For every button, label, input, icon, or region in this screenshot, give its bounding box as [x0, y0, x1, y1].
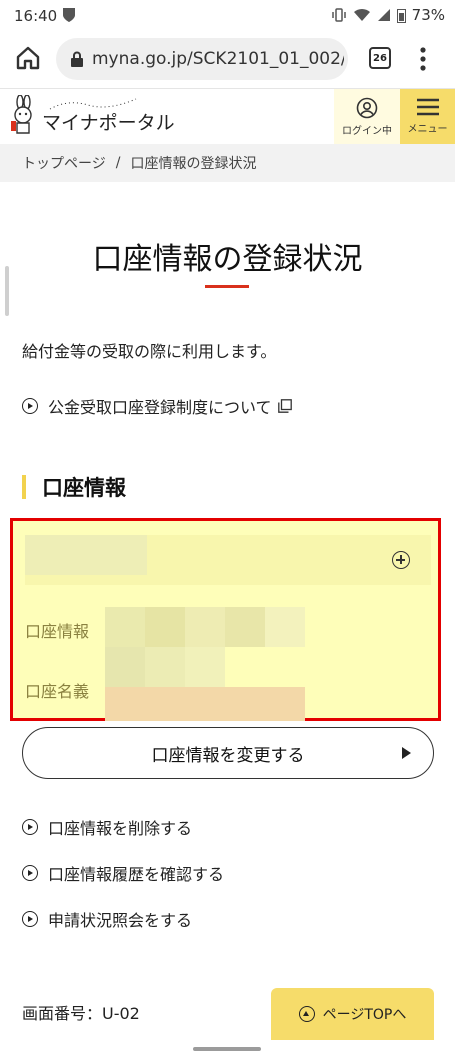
- application-status-link-label: 申請状況照会をする: [48, 911, 193, 930]
- vibrate-icon: [331, 8, 346, 22]
- url-text: myna.go.jp/SCK2101_01_002/S: [92, 49, 344, 69]
- browser-toolbar: myna.go.jp/SCK2101_01_002/S 26: [0, 32, 455, 88]
- hamburger-icon: [416, 98, 439, 116]
- url-bar[interactable]: myna.go.jp/SCK2101_01_002/S: [56, 38, 348, 80]
- breadcrumb-separator: /: [115, 155, 121, 171]
- login-status-button[interactable]: ログイン中: [334, 89, 400, 144]
- wifi-icon: [353, 8, 370, 21]
- user-icon: [356, 97, 378, 118]
- home-icon[interactable]: [14, 44, 42, 72]
- change-account-button[interactable]: 口座情報を変更する: [22, 727, 434, 779]
- logo-arc-decoration: [49, 98, 137, 110]
- delete-account-link[interactable]: 口座情報を削除する: [22, 815, 192, 839]
- external-link-icon: [277, 399, 292, 413]
- delete-account-link-label: 口座情報を削除する: [48, 819, 193, 838]
- masked-account-holder: [105, 647, 225, 687]
- site-header: マイナポータル ログイン中 メニュー: [0, 88, 455, 146]
- system-info-link-label: 公金受取口座登録制度について: [48, 398, 272, 417]
- account-info-panel: 口座情報 口座名義: [10, 518, 441, 721]
- account-section-heading: 口座情報: [22, 472, 126, 502]
- masked-account-info: [105, 607, 305, 647]
- status-time: 16:40: [14, 7, 58, 25]
- menu-dots-icon[interactable]: [420, 46, 426, 72]
- plus-circle-icon[interactable]: [392, 551, 410, 569]
- play-circle-icon: [22, 865, 38, 881]
- shield-icon: [63, 8, 75, 22]
- account-holder-label: 口座名義: [25, 682, 90, 701]
- tabs-icon[interactable]: 26: [369, 47, 391, 69]
- heading-accent-bar: [22, 475, 26, 499]
- logo-text: マイナポータル: [42, 111, 175, 134]
- play-circle-icon: [22, 911, 38, 927]
- menu-button[interactable]: メニュー: [400, 89, 455, 144]
- arrow-right-icon: [402, 747, 411, 759]
- account-history-link-label: 口座情報履歴を確認する: [48, 865, 225, 884]
- lock-icon: [71, 51, 83, 67]
- page-description: 給付金等の受取の際に利用します。: [22, 342, 277, 361]
- application-status-link[interactable]: 申請状況照会をする: [22, 907, 192, 931]
- breadcrumb-home-link[interactable]: トップページ: [22, 153, 106, 173]
- page-title: 口座情報の登録状況: [92, 242, 363, 277]
- title-underline: [205, 285, 249, 288]
- play-circle-icon: [22, 819, 38, 835]
- battery-level: 73%: [411, 6, 445, 24]
- account-info-label: 口座情報: [25, 622, 90, 641]
- breadcrumb: トップページ / 口座情報の登録状況: [0, 144, 455, 182]
- screen-number: 画面番号：U-02: [22, 1004, 140, 1023]
- system-info-link[interactable]: 公金受取口座登録制度について: [22, 394, 292, 418]
- signal-icon: [377, 9, 390, 21]
- breadcrumb-current: 口座情報の登録状況: [130, 156, 257, 172]
- account-history-link[interactable]: 口座情報履歴を確認する: [22, 861, 224, 885]
- menu-label: メニュー: [407, 124, 448, 135]
- page-top-button[interactable]: ページTOPへ: [271, 988, 434, 1040]
- status-bar: 16:40 73%: [0, 0, 455, 32]
- battery-icon: [396, 8, 406, 23]
- masked-account-holder-kana: [105, 687, 305, 721]
- section-heading-text: 口座情報: [42, 476, 126, 500]
- masked-bank-name: [25, 535, 147, 575]
- arrow-up-circle-icon: [298, 1006, 315, 1022]
- change-account-button-label: 口座情報を変更する: [151, 745, 305, 766]
- mascot-logo-icon: [11, 95, 32, 134]
- gesture-nav-handle[interactable]: [193, 1047, 261, 1051]
- account-summary-row[interactable]: [25, 535, 431, 585]
- page-top-label: ページTOPへ: [322, 1007, 407, 1023]
- play-circle-icon: [22, 398, 38, 414]
- login-label: ログイン中: [342, 125, 392, 137]
